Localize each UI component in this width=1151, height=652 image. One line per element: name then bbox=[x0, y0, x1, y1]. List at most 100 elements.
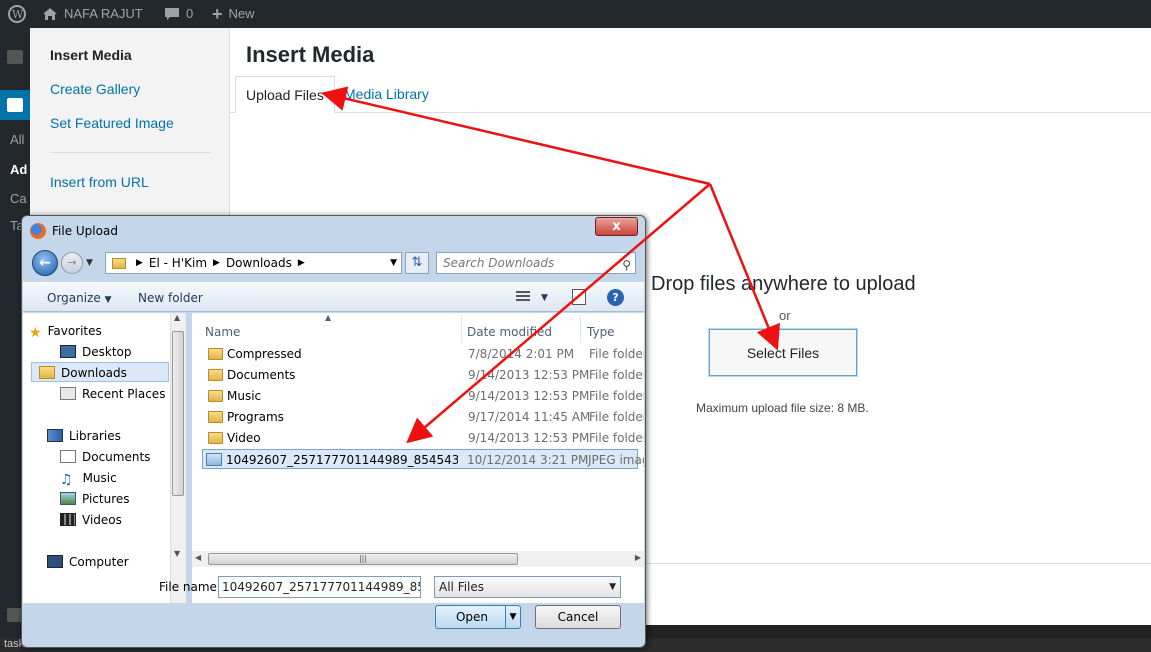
menu-create-gallery[interactable]: Create Gallery bbox=[50, 81, 140, 97]
file-row[interactable]: Documents 9/14/2013 12:53 PM File folder bbox=[204, 365, 644, 385]
file-row[interactable]: Video 9/14/2013 12:53 PM File folder bbox=[204, 428, 644, 448]
folder-icon bbox=[208, 390, 223, 402]
folder-icon bbox=[208, 369, 223, 381]
comments-count: 0 bbox=[186, 6, 194, 21]
menu-set-featured-image[interactable]: Set Featured Image bbox=[50, 115, 174, 131]
column-type[interactable]: Type bbox=[587, 325, 615, 339]
filename-label: File name: bbox=[159, 580, 221, 594]
comments-link[interactable]: 0 bbox=[164, 0, 193, 28]
file-upload-dialog: File Upload x ← → ▼ ▶ El - H'Kim ▶ Downl… bbox=[21, 215, 646, 648]
menu-insert-from-url[interactable]: Insert from URL bbox=[50, 174, 149, 190]
nav-documents[interactable]: Documents bbox=[60, 447, 186, 467]
dialog-toolbar: Organize ▼ New folder ▼ ? bbox=[23, 282, 644, 312]
chevron-right-icon[interactable]: ▶ bbox=[213, 258, 220, 268]
nav-downloads[interactable]: Downloads bbox=[31, 362, 169, 382]
view-options-icon[interactable] bbox=[516, 291, 530, 303]
nav-pictures-label: Pictures bbox=[82, 492, 130, 506]
nav-music[interactable]: ♫ Music bbox=[60, 468, 186, 488]
search-icon: ⚲ bbox=[622, 258, 631, 272]
address-bar[interactable]: ▶ El - H'Kim ▶ Downloads ▶ ▼ bbox=[105, 252, 402, 274]
nav-computer[interactable]: Computer bbox=[47, 552, 186, 572]
sort-ascending-icon: ▲ bbox=[325, 313, 332, 322]
nav-recent-places[interactable]: Recent Places bbox=[60, 384, 186, 404]
file-date: 9/17/2014 11:45 AM bbox=[468, 410, 591, 424]
folder-icon bbox=[208, 432, 223, 444]
organize-button[interactable]: Organize ▼ bbox=[47, 291, 112, 305]
close-button[interactable]: x bbox=[595, 217, 638, 236]
open-button[interactable]: Open ▼ bbox=[435, 605, 521, 629]
tab-media-library[interactable]: Media Library bbox=[334, 76, 439, 113]
menu-insert-media[interactable]: Insert Media bbox=[50, 47, 132, 63]
chevron-right-icon[interactable]: ▶ bbox=[298, 258, 305, 268]
breadcrumb-downloads[interactable]: Downloads bbox=[226, 256, 292, 270]
preview-pane-icon[interactable] bbox=[572, 289, 586, 305]
file-name: Programs bbox=[227, 410, 284, 424]
cancel-button[interactable]: Cancel bbox=[535, 605, 621, 629]
nav-downloads-label: Downloads bbox=[61, 366, 127, 380]
column-date-modified[interactable]: Date modified bbox=[467, 325, 552, 339]
filename-input[interactable]: 10492607_257177701144989_85454. ▼ bbox=[218, 576, 421, 598]
file-date: 9/14/2013 12:53 PM bbox=[468, 431, 590, 445]
sidebar-partial-add[interactable]: Ad bbox=[10, 162, 27, 177]
nav-pictures[interactable]: Pictures bbox=[60, 489, 186, 509]
back-button[interactable]: ← bbox=[32, 250, 58, 276]
breadcrumb-user[interactable]: El - H'Kim bbox=[149, 256, 207, 270]
chevron-down-icon: ▼ bbox=[104, 295, 112, 305]
view-dropdown-icon[interactable]: ▼ bbox=[541, 293, 548, 303]
refresh-button[interactable]: ⇅ bbox=[405, 252, 429, 274]
wordpress-logo-icon[interactable]: W bbox=[8, 0, 26, 28]
nav-computer-label: Computer bbox=[69, 555, 129, 569]
address-dropdown-icon[interactable]: ▼ bbox=[390, 258, 397, 268]
new-folder-button[interactable]: New folder bbox=[138, 291, 203, 305]
column-name[interactable]: Name bbox=[205, 325, 240, 339]
search-input[interactable]: Search Downloads ⚲ bbox=[436, 252, 636, 274]
folder-icon bbox=[112, 257, 126, 269]
select-files-button[interactable]: Select Files bbox=[709, 329, 857, 376]
help-icon[interactable]: ? bbox=[607, 289, 624, 306]
nav-videos[interactable]: Videos bbox=[60, 510, 186, 530]
comment-icon bbox=[165, 8, 179, 20]
svg-text:W: W bbox=[12, 8, 24, 21]
desktop-icon bbox=[60, 345, 76, 358]
sidebar-partial-all[interactable]: All bbox=[10, 132, 24, 147]
file-type-filter[interactable]: All Files ▼ bbox=[434, 576, 621, 598]
nav-desktop[interactable]: Desktop bbox=[60, 342, 186, 362]
sidebar-partial-categories[interactable]: Ca bbox=[10, 191, 27, 206]
file-row-selected[interactable]: 10492607_257177701144989_854543116020...… bbox=[202, 449, 644, 469]
max-upload-size: Maximum upload file size: 8 MB. bbox=[696, 401, 869, 415]
posts-menu-active[interactable] bbox=[0, 90, 30, 120]
new-content-link[interactable]: + New bbox=[212, 0, 255, 28]
navigation-pane: ★ Favorites Desktop Downloads Recent Plac… bbox=[23, 313, 186, 603]
tab-upload-files[interactable]: Upload Files bbox=[235, 76, 335, 113]
file-list-hscrollbar[interactable]: ◀ ||| ▶ bbox=[192, 551, 644, 567]
dashboard-icon[interactable] bbox=[7, 50, 23, 64]
file-row[interactable]: Programs 9/17/2014 11:45 AM File folder bbox=[204, 407, 644, 427]
nav-scroll-thumb[interactable] bbox=[172, 331, 184, 496]
file-type: File folder bbox=[589, 410, 644, 424]
hscroll-thumb[interactable]: ||| bbox=[208, 553, 518, 565]
pin-icon bbox=[7, 98, 23, 112]
scroll-left-icon[interactable]: ◀ bbox=[195, 553, 201, 562]
column-divider[interactable] bbox=[580, 317, 581, 343]
forward-button[interactable]: → bbox=[61, 252, 83, 274]
file-row[interactable]: Music 9/14/2013 12:53 PM File folder bbox=[204, 386, 644, 406]
file-row[interactable]: Compressed 7/8/2014 2:01 PM File folder bbox=[204, 344, 644, 364]
history-dropdown-icon[interactable]: ▼ bbox=[86, 258, 93, 268]
scroll-down-icon[interactable]: ▼ bbox=[174, 549, 180, 558]
site-link[interactable]: NAFA RAJUT bbox=[42, 0, 143, 28]
filename-value: 10492607_257177701144989_85454. bbox=[222, 580, 420, 594]
nav-recent-places-label: Recent Places bbox=[82, 387, 166, 401]
downloads-folder-icon bbox=[39, 366, 55, 379]
scroll-right-icon[interactable]: ▶ bbox=[635, 553, 641, 562]
nav-libraries[interactable]: Libraries bbox=[47, 426, 186, 446]
nav-desktop-label: Desktop bbox=[82, 345, 132, 359]
file-type: File folder bbox=[589, 389, 644, 403]
column-divider[interactable] bbox=[461, 317, 462, 343]
plus-icon: + bbox=[212, 4, 223, 24]
open-dropdown-icon[interactable]: ▼ bbox=[505, 606, 520, 628]
nav-music-label: Music bbox=[82, 471, 117, 485]
scroll-up-icon[interactable]: ▲ bbox=[174, 313, 180, 322]
nav-favorites[interactable]: ★ Favorites bbox=[29, 321, 176, 341]
file-name: 10492607_257177701144989_854543116020... bbox=[226, 453, 458, 467]
image-file-icon bbox=[206, 453, 222, 466]
